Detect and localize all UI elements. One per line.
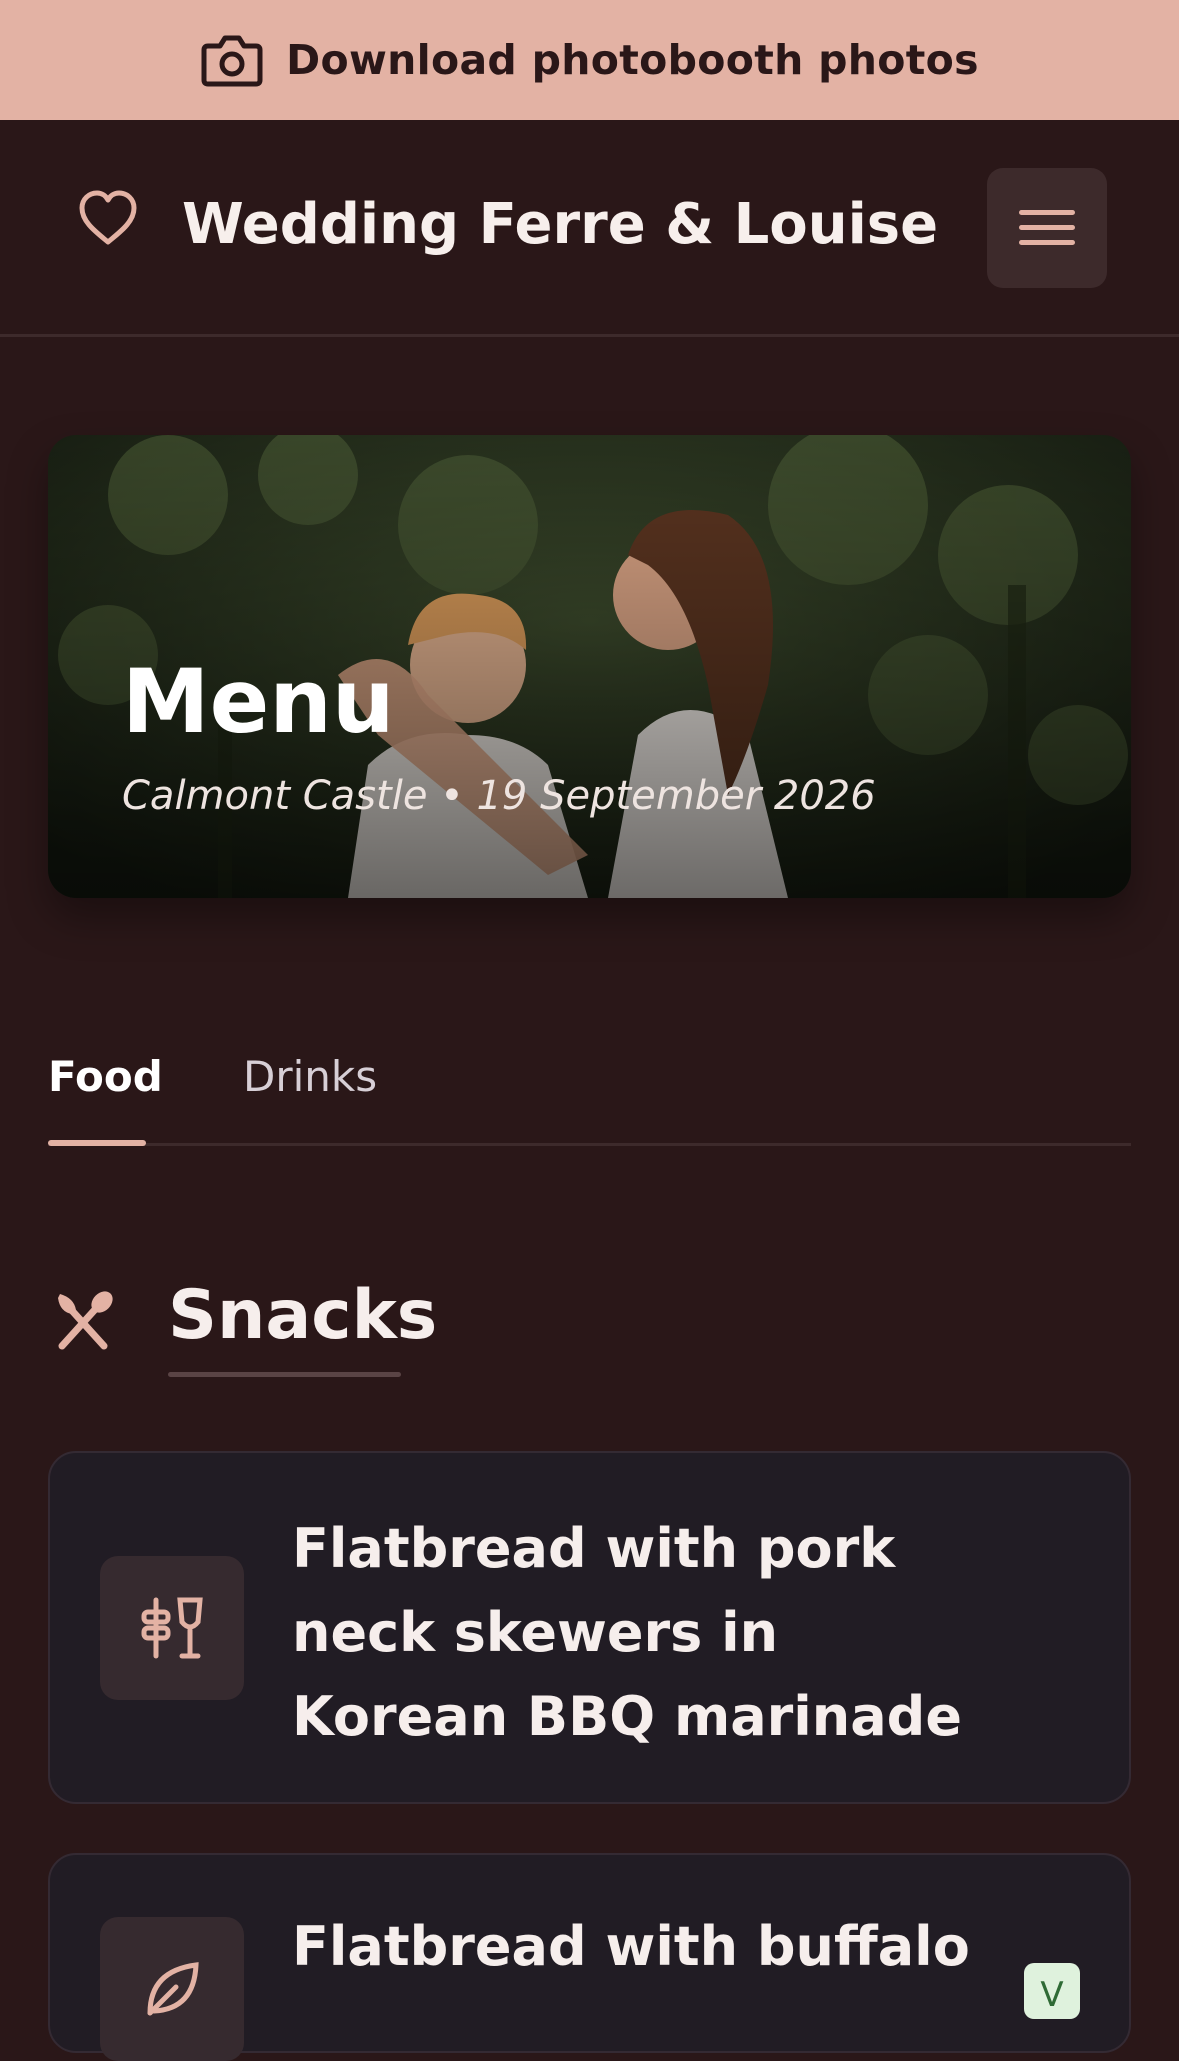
item-icon-box [100,1917,244,2061]
menu-item-card[interactable]: Flatbread with buffalo V [48,1853,1131,2061]
tab-drinks[interactable]: Drinks [243,1052,377,1101]
hero-subtitle: Calmont Castle • 19 September 2026 [122,773,876,819]
heart-icon [79,190,137,245]
vegetarian-badge: V [1024,1963,1080,2019]
skewer-wine-icon [141,1597,203,1659]
camera-icon [201,35,263,87]
hero-title: Menu [122,650,395,753]
photobooth-banner[interactable]: Download photobooth photos [0,0,1179,120]
menu-tabs: Food Drinks [48,1040,1131,1146]
section-underline [168,1372,401,1377]
hamburger-icon [1019,210,1075,245]
menu-button[interactable] [987,168,1107,288]
site-header: Wedding Ferre & Louise [0,120,1179,337]
item-icon-box [100,1556,244,1700]
utensils-icon [58,1291,113,1350]
section-title: Snacks [168,1276,438,1355]
item-name: Flatbread with pork neck skewers in Kore… [292,1517,962,1748]
item-name: Flatbread with buffalo [292,1915,970,1978]
banner-label: Download photobooth photos [286,36,979,84]
active-tab-indicator [48,1140,146,1146]
hero-banner: Menu Calmont Castle • 19 September 2026 [48,435,1131,898]
menu-item-card[interactable]: Flatbread with pork neck skewers in Kore… [48,1451,1131,1804]
leaf-icon [147,1962,199,2016]
tab-food[interactable]: Food [48,1052,163,1101]
site-title[interactable]: Wedding Ferre & Louise [182,192,938,257]
